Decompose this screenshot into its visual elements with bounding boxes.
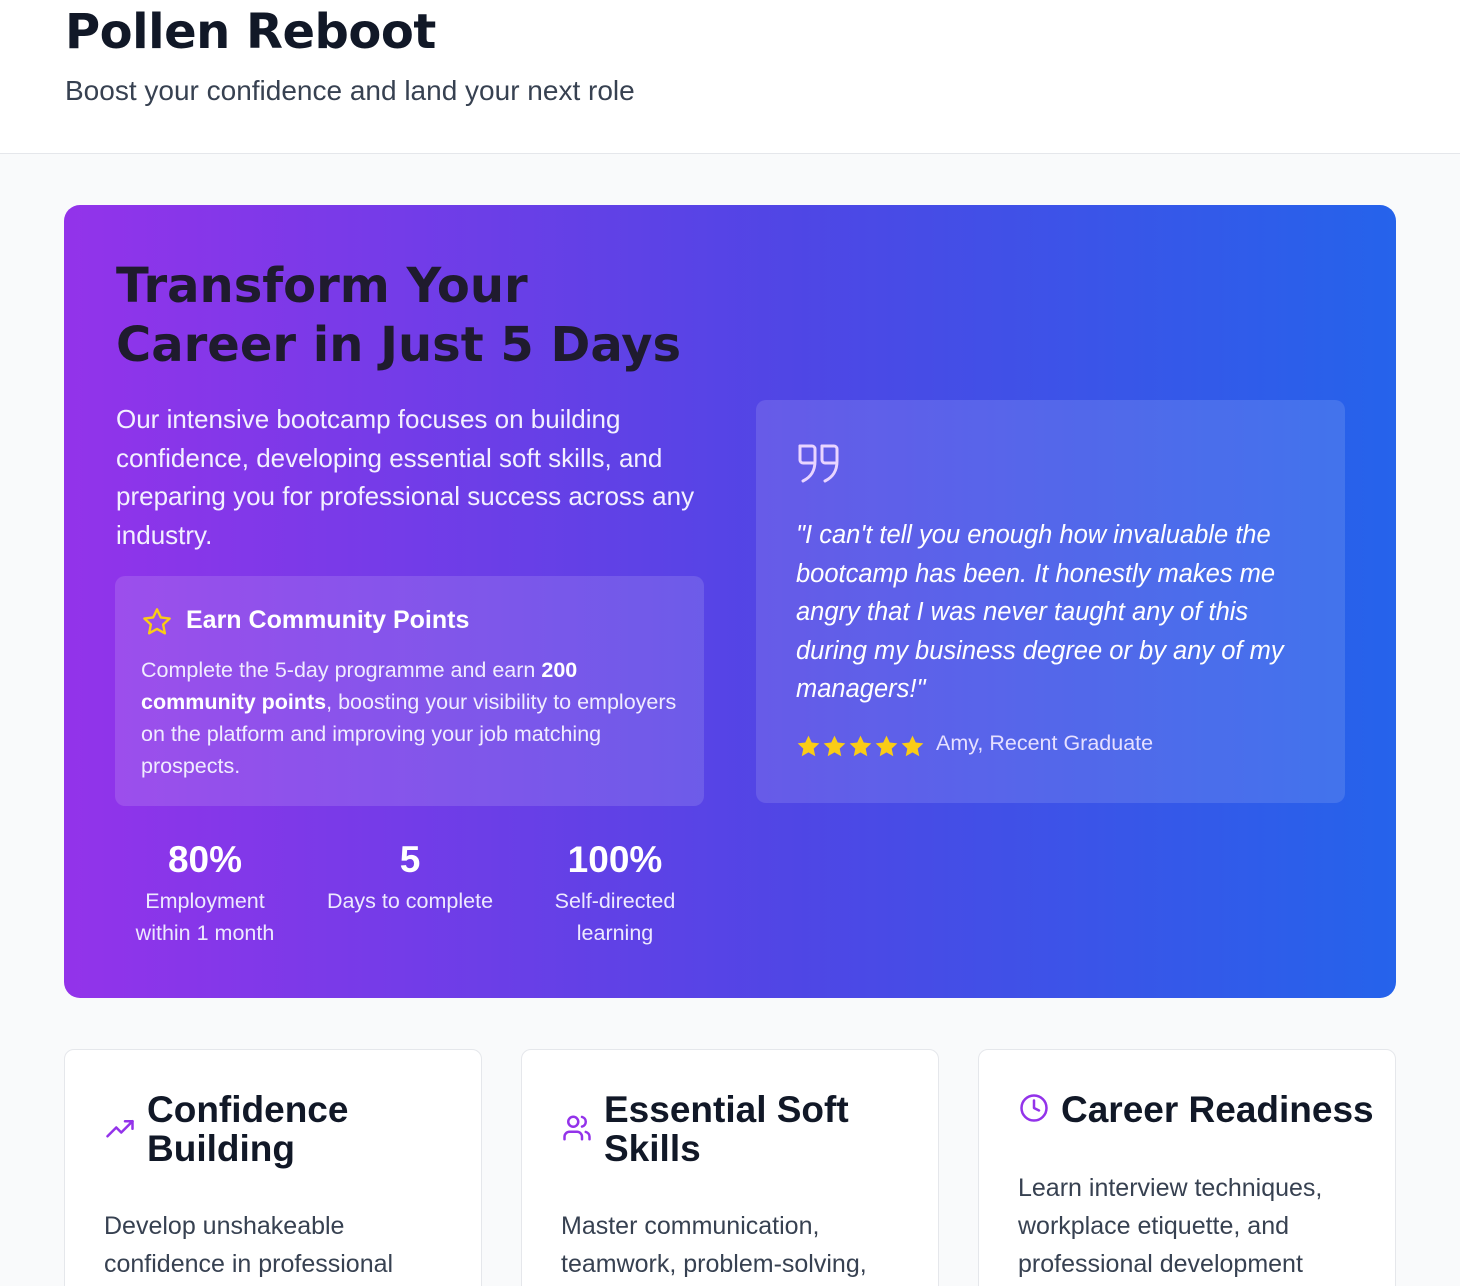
card-title: Essential Soft Skills (604, 1089, 849, 1169)
quote-icon (798, 444, 839, 483)
stat-self-directed: 100% Self-directed learning (515, 837, 715, 949)
card-title: Confidence Building (147, 1089, 349, 1169)
hero-description: Our intensive bootcamp focuses on buildi… (116, 404, 695, 550)
site-header: Pollen Reboot Boost your confidence and … (0, 0, 1460, 154)
stat-label: Employment within 1 month (135, 889, 275, 945)
stat-value: 5 (399, 839, 421, 880)
feature-card-career-readiness: Career Readiness Learn interview techniq… (978, 1049, 1396, 1286)
hero-section: Transform Your Career in Just 5 Days Our… (64, 205, 1396, 998)
site-title: Pollen Reboot (65, 4, 436, 60)
testimonial-author: Amy, Recent Graduate (936, 731, 1154, 755)
card-text: Learn interview techniques, workplace et… (1018, 1174, 1323, 1278)
card-text: Develop unshakeable confidence in profes… (104, 1212, 394, 1278)
users-icon (563, 1115, 591, 1141)
stat-employment: 80% Employment within 1 month (105, 837, 305, 949)
hero-title: Transform Your Career in Just 5 Days (116, 258, 682, 373)
clock-icon (1020, 1094, 1048, 1122)
stat-value: 80% (167, 839, 243, 880)
star-filled-icon (901, 735, 924, 757)
stat-days: 5 Days to complete (310, 837, 510, 917)
feature-card-confidence: Confidence Building Develop unshakeable … (64, 1049, 482, 1286)
site-subtitle: Boost your confidence and land your next… (65, 75, 635, 106)
star-filled-icon (875, 735, 898, 757)
rating-stars (796, 734, 925, 760)
testimonial-card: "I can't tell you enough how invaluable … (756, 400, 1345, 803)
community-points-title: Earn Community Points (186, 606, 470, 634)
community-points-box: Earn Community Points Complete the 5-day… (115, 576, 704, 806)
points-text-start: Complete the 5-day programme and earn (141, 658, 542, 682)
star-filled-icon (849, 735, 872, 757)
stat-value: 100% (567, 839, 663, 880)
star-filled-icon (797, 735, 820, 757)
star-filled-icon (823, 735, 846, 757)
feature-card-soft-skills: Essential Soft Skills Master communicati… (521, 1049, 939, 1286)
card-title: Career Readiness (1061, 1089, 1374, 1130)
testimonial-quote: "I can't tell you enough how invaluable … (796, 521, 1284, 703)
card-text: Master communication, teamwork, problem-… (561, 1212, 867, 1278)
trending-up-icon (106, 1120, 134, 1138)
community-points-text: Complete the 5-day programme and earn 20… (141, 654, 686, 782)
stat-label: Days to complete (326, 889, 494, 913)
star-outline-icon (143, 608, 171, 635)
stat-label: Self-directed learning (554, 889, 676, 945)
